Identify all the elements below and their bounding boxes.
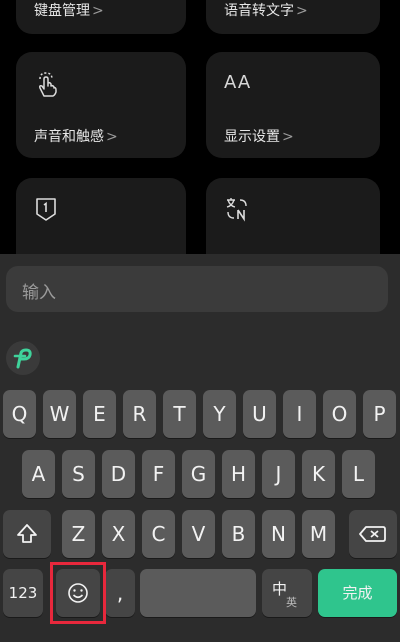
key-l[interactable]: L: [342, 450, 375, 498]
key-label: W: [49, 402, 70, 426]
key-label: V: [191, 522, 206, 546]
sound-haptics-label: 声音和触感: [34, 129, 104, 145]
key-label: H: [230, 462, 247, 486]
backspace-key[interactable]: [349, 510, 397, 558]
key-label: 123: [8, 584, 38, 602]
key-label: T: [173, 402, 186, 426]
key-f[interactable]: F: [142, 450, 175, 498]
done-button[interactable]: 完成: [318, 569, 397, 617]
key-y[interactable]: Y: [203, 390, 236, 438]
key-label: S: [72, 462, 85, 486]
chevron-right-icon: >: [296, 3, 308, 19]
key-label: I: [296, 402, 303, 426]
key-label: B: [231, 522, 246, 546]
key-k[interactable]: K: [302, 450, 335, 498]
key-z[interactable]: Z: [62, 510, 95, 558]
key-p[interactable]: P: [363, 390, 396, 438]
key-b[interactable]: B: [222, 510, 255, 558]
key-label: A: [31, 462, 46, 486]
keyboard-logo-icon: [13, 348, 32, 369]
key-label: L: [352, 462, 365, 486]
key-label: D: [110, 462, 127, 486]
translate-icon: [224, 196, 250, 226]
emoji-key-highlight-box: [50, 562, 106, 624]
key-a[interactable]: A: [22, 450, 55, 498]
text-input-field[interactable]: 输入: [6, 266, 388, 312]
key-label: F: [152, 462, 165, 486]
key-label: C: [151, 522, 166, 546]
key-g[interactable]: G: [182, 450, 215, 498]
shift-key[interactable]: [3, 510, 51, 558]
key-e[interactable]: E: [83, 390, 116, 438]
key-label: P: [373, 402, 386, 426]
key-label: K: [311, 462, 326, 486]
key-label: N: [271, 522, 286, 546]
key-q[interactable]: Q: [3, 390, 36, 438]
key-i[interactable]: I: [283, 390, 316, 438]
chevron-right-icon: >: [282, 129, 294, 145]
key-v[interactable]: V: [182, 510, 215, 558]
keyboard-manage-card[interactable]: 键盘管理 >: [16, 0, 186, 34]
key-label: ,: [116, 581, 124, 605]
voice-to-text-card[interactable]: 语音转文字 >: [206, 0, 380, 34]
key-t[interactable]: T: [163, 390, 196, 438]
badge-one-icon: [34, 196, 58, 226]
keyboard-manage-label: 键盘管理: [34, 3, 90, 19]
key-h[interactable]: H: [222, 450, 255, 498]
space-key[interactable]: [140, 569, 256, 617]
key-c[interactable]: C: [142, 510, 175, 558]
key-label: M: [309, 522, 328, 546]
backspace-icon: [359, 526, 386, 542]
input-placeholder: 输入: [22, 283, 56, 303]
numbers-key[interactable]: 123: [3, 569, 43, 617]
key-label: R: [132, 402, 147, 426]
key-w[interactable]: W: [43, 390, 76, 438]
key-d[interactable]: D: [102, 450, 135, 498]
shift-arrow-icon: [17, 524, 37, 543]
display-settings-label: 显示设置: [224, 129, 280, 145]
key-j[interactable]: J: [262, 450, 295, 498]
comma-key[interactable]: ,: [105, 569, 135, 617]
key-u[interactable]: U: [243, 390, 276, 438]
chevron-right-icon: >: [106, 129, 118, 145]
keyboard-logo-button[interactable]: [6, 341, 40, 375]
key-r[interactable]: R: [123, 390, 156, 438]
key-label: Z: [71, 522, 86, 546]
key-x[interactable]: X: [102, 510, 135, 558]
key-label: O: [331, 402, 348, 426]
key-label: J: [275, 462, 282, 486]
chevron-right-icon: >: [92, 3, 104, 19]
lang-sub-label: 英: [286, 596, 297, 609]
key-label: 完成: [342, 584, 373, 602]
lang-main-label: 中: [272, 580, 288, 598]
font-size-icon: AA: [224, 72, 252, 93]
key-label: E: [93, 402, 106, 426]
language-switch-key[interactable]: 中 英: [262, 569, 312, 617]
key-s[interactable]: S: [62, 450, 95, 498]
key-o[interactable]: O: [323, 390, 356, 438]
key-m[interactable]: M: [302, 510, 335, 558]
touch-hand-icon: [34, 70, 60, 102]
voice-to-text-label: 语音转文字: [224, 3, 294, 19]
display-settings-card[interactable]: AA 显示设置 >: [206, 52, 380, 158]
key-label: Q: [11, 402, 28, 426]
key-label: X: [111, 522, 126, 546]
sound-haptics-card[interactable]: 声音和触感 >: [16, 52, 186, 158]
key-label: U: [252, 402, 267, 426]
key-label: Y: [213, 402, 226, 426]
key-n[interactable]: N: [262, 510, 295, 558]
key-label: G: [190, 462, 207, 486]
